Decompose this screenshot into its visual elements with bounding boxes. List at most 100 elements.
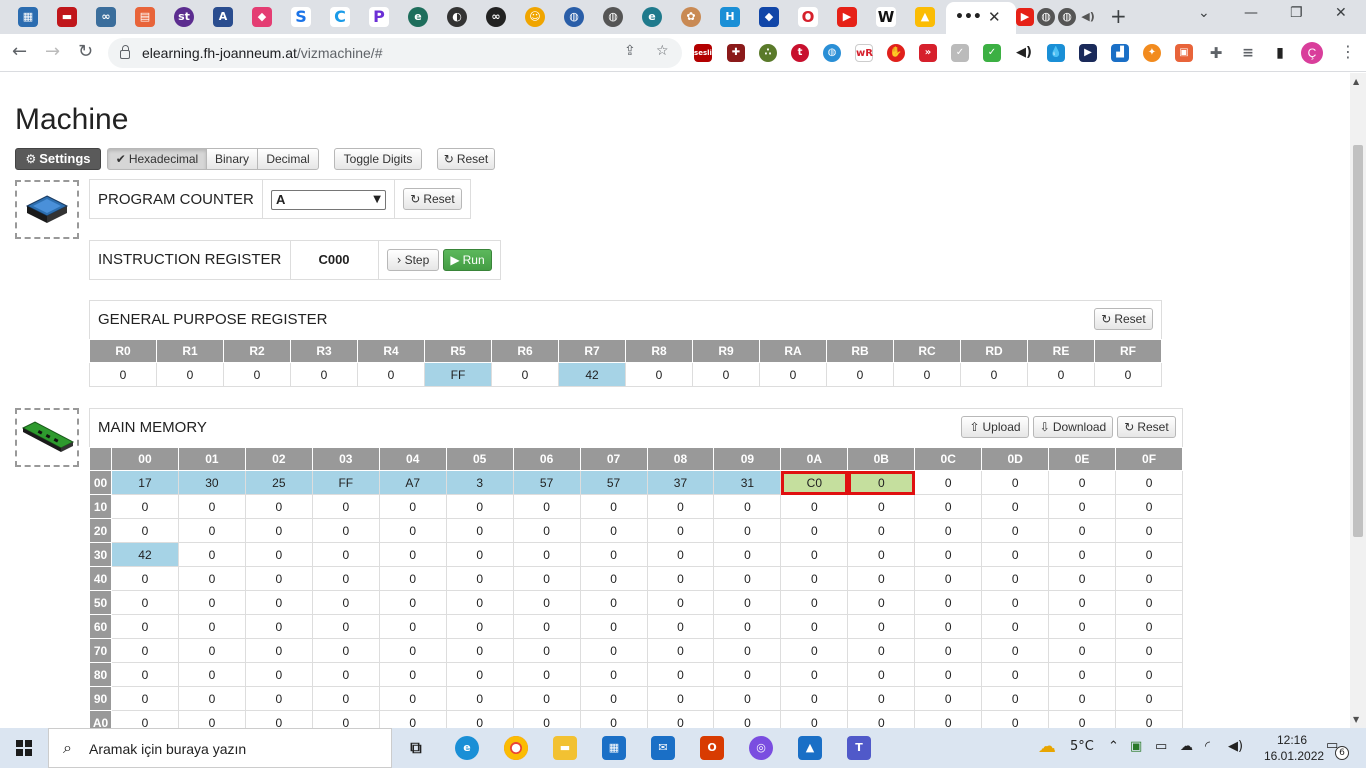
memory-cell[interactable]: 0 bbox=[646, 590, 715, 615]
task-view-icon[interactable]: ⧉ bbox=[404, 736, 428, 760]
memory-cell[interactable]: 0 bbox=[847, 662, 916, 687]
memory-cell[interactable]: 0 bbox=[512, 686, 581, 711]
memory-cell[interactable]: 0 bbox=[512, 566, 581, 591]
memory-cell[interactable]: 0 bbox=[579, 542, 648, 567]
memory-cell[interactable]: 0 bbox=[713, 614, 782, 639]
memory-cell[interactable]: 0 bbox=[646, 614, 715, 639]
memory-cell[interactable]: 0 bbox=[311, 494, 380, 519]
tab-close-icon[interactable]: ✕ bbox=[988, 8, 1001, 26]
close-window-icon[interactable]: ✕ bbox=[1335, 5, 1347, 21]
memory-cell[interactable]: 0 bbox=[177, 662, 246, 687]
memory-cell[interactable]: 25 bbox=[244, 470, 313, 495]
mail-icon[interactable]: ✉ bbox=[651, 736, 675, 760]
memory-cell[interactable]: 0 bbox=[981, 470, 1050, 495]
memory-cell[interactable]: 57 bbox=[512, 470, 581, 495]
memory-cell[interactable]: 0 bbox=[1115, 710, 1183, 728]
memory-cell[interactable]: 0 bbox=[780, 566, 849, 591]
memory-cell[interactable]: 0 bbox=[847, 638, 916, 663]
url-text[interactable]: elearning.fh-joanneum.at/vizmachine/# bbox=[142, 45, 382, 61]
memory-cell[interactable]: 0 bbox=[244, 710, 313, 728]
memory-cell[interactable]: 0 bbox=[847, 710, 916, 728]
memory-cell[interactable]: 0 bbox=[914, 710, 983, 728]
memory-cell[interactable]: 0 bbox=[378, 494, 447, 519]
gpr-cell-r4[interactable]: 0 bbox=[357, 362, 425, 387]
memory-cell[interactable]: 0 bbox=[914, 470, 983, 495]
memory-cell[interactable]: 0 bbox=[111, 638, 179, 663]
program-counter-select[interactable]: A ▼ bbox=[271, 190, 386, 210]
chrome-icon[interactable]: ● bbox=[504, 736, 528, 760]
back-icon[interactable]: ← bbox=[12, 40, 27, 64]
memory-cell[interactable]: 0 bbox=[111, 590, 179, 615]
memory-cell[interactable]: 0 bbox=[378, 590, 447, 615]
taskbar-search-input[interactable]: ⌕ Aramak için buraya yazın bbox=[48, 728, 392, 768]
memory-cell[interactable]: 0 bbox=[311, 590, 380, 615]
memory-cell[interactable]: 0 bbox=[579, 614, 648, 639]
memory-cell[interactable]: 0 bbox=[378, 662, 447, 687]
memory-cell[interactable]: 17 bbox=[111, 470, 179, 495]
memory-cell[interactable]: 0 bbox=[311, 710, 380, 728]
memory-cell[interactable]: 0 bbox=[1115, 686, 1183, 711]
memory-cell[interactable]: 0 bbox=[177, 614, 246, 639]
weather-temperature[interactable]: 5°C bbox=[1070, 739, 1094, 754]
memory-cell[interactable]: 0 bbox=[1115, 542, 1183, 567]
memory-cell[interactable]: 3 bbox=[445, 470, 514, 495]
memory-cell[interactable]: 0 bbox=[1048, 470, 1117, 495]
run-button[interactable]: ▶ Run bbox=[443, 249, 492, 271]
teams-icon[interactable]: T bbox=[847, 736, 871, 760]
tab-opera-icon[interactable]: O bbox=[798, 7, 818, 27]
memory-cell[interactable]: 0 bbox=[646, 638, 715, 663]
gpr-cell-r2[interactable]: 0 bbox=[223, 362, 291, 387]
memory-cell[interactable]: 0 bbox=[981, 518, 1050, 543]
memory-cell[interactable]: 0 bbox=[981, 566, 1050, 591]
page-scrollbar[interactable]: ▲ ▼ bbox=[1350, 73, 1366, 728]
memory-cell[interactable]: 0 bbox=[914, 494, 983, 519]
tab-h-icon[interactable]: H bbox=[720, 7, 740, 27]
ext-hand-icon[interactable]: ✋ bbox=[887, 44, 905, 62]
extensions-puzzle-icon[interactable]: ✚ bbox=[1207, 44, 1225, 62]
memory-cell[interactable]: 0 bbox=[111, 614, 179, 639]
memory-cell[interactable]: 0 bbox=[646, 686, 715, 711]
tab-calculator-icon[interactable]: ▦ bbox=[18, 7, 38, 27]
ext-dots-icon[interactable]: ∴ bbox=[759, 44, 777, 62]
memory-cell[interactable]: 0 bbox=[780, 542, 849, 567]
gpr-cell-rb[interactable]: 0 bbox=[826, 362, 894, 387]
memory-cell[interactable]: 0 bbox=[445, 494, 514, 519]
memory-cell[interactable]: 0 bbox=[445, 638, 514, 663]
download-button[interactable]: ⇩ Download bbox=[1033, 416, 1113, 438]
memory-cell[interactable]: 0 bbox=[981, 542, 1050, 567]
memory-cell[interactable]: 0 bbox=[177, 710, 246, 728]
memory-cell[interactable]: 0 bbox=[579, 686, 648, 711]
tab-font-icon[interactable]: A bbox=[213, 7, 233, 27]
memory-cell[interactable]: 0 bbox=[445, 710, 514, 728]
forward-icon[interactable]: → bbox=[45, 40, 60, 64]
memory-cell[interactable]: 0 bbox=[244, 494, 313, 519]
memory-cell[interactable]: 0 bbox=[1048, 710, 1117, 728]
memory-cell[interactable]: 0 bbox=[713, 518, 782, 543]
memory-cell[interactable]: 0 bbox=[981, 638, 1050, 663]
tray-cloud-icon[interactable]: ☁ bbox=[1180, 739, 1193, 754]
tab-diamond-icon[interactable]: ◆ bbox=[252, 7, 272, 27]
tab-glasses-icon[interactable]: ∞ bbox=[96, 7, 116, 27]
memory-cell[interactable]: 0 bbox=[378, 566, 447, 591]
ext-check-grey-icon[interactable]: ✓ bbox=[951, 44, 969, 62]
tab-avatar-icon[interactable]: ☺ bbox=[525, 7, 545, 27]
ext-flame-icon[interactable]: ✦ bbox=[1143, 44, 1161, 62]
memory-cell[interactable]: 0 bbox=[1115, 590, 1183, 615]
memory-cell[interactable]: 0 bbox=[847, 494, 916, 519]
tab-youtube-icon[interactable]: ▶ bbox=[837, 7, 857, 27]
memory-cell[interactable]: 0 bbox=[914, 686, 983, 711]
taskbar-clock[interactable]: 12:16 16.01.2022 bbox=[1264, 732, 1324, 764]
memory-cell[interactable]: 0 bbox=[378, 518, 447, 543]
lock-icon[interactable] bbox=[120, 45, 130, 59]
gpr-cell-rf[interactable]: 0 bbox=[1094, 362, 1162, 387]
tab-infinity-icon[interactable]: ∞ bbox=[486, 7, 506, 27]
memory-cell[interactable]: 0 bbox=[512, 518, 581, 543]
memory-cell[interactable]: 0 bbox=[445, 518, 514, 543]
memory-cell[interactable]: 0 bbox=[177, 494, 246, 519]
memory-cell[interactable]: 0 bbox=[244, 662, 313, 687]
memory-cell[interactable]: 0 bbox=[646, 662, 715, 687]
memory-cell[interactable]: 0 bbox=[244, 686, 313, 711]
gpr-cell-r6[interactable]: 0 bbox=[491, 362, 559, 387]
tab-world-icon[interactable]: ◍ bbox=[603, 7, 623, 27]
memory-cell[interactable]: 0 bbox=[780, 662, 849, 687]
